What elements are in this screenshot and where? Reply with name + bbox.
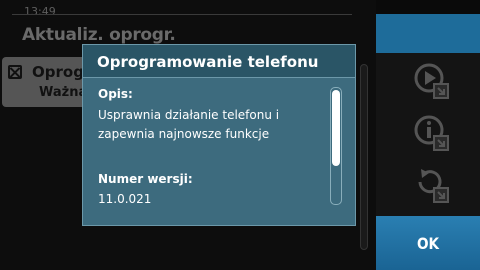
version-label: Numer wersji: — [98, 172, 193, 186]
version-value: 11.0.021 — [98, 192, 152, 206]
toolbar: OK — [376, 0, 480, 270]
description-label: Opis: — [98, 87, 133, 101]
description-line-2: zapewnia najnowsze funkcje — [98, 127, 270, 141]
scrollbar-thumb[interactable] — [332, 90, 340, 166]
background-scrollbar[interactable] — [360, 64, 368, 250]
play-info-icon[interactable] — [412, 62, 450, 100]
info-details-icon[interactable] — [412, 114, 450, 152]
list-item-name: Oprog — [32, 63, 84, 81]
ok-button-label: OK — [416, 233, 440, 253]
toolbar-top-strip — [376, 0, 480, 14]
description-line-1: Usprawnia działanie telefonu i — [98, 108, 280, 122]
status-time: 13:49 — [24, 5, 56, 18]
screen: 13:49 Aktualiz. oprogr. Oprog Ważna OK O… — [0, 0, 480, 270]
app-title: Aktualiz. oprogr. — [22, 25, 176, 45]
update-refresh-icon[interactable] — [412, 166, 450, 204]
list-item-subtitle: Ważna — [39, 85, 88, 100]
dialog-title: Oprogramowanie telefonu — [97, 53, 319, 71]
ok-button[interactable]: OK — [376, 216, 480, 270]
dialog-scrollbar[interactable] — [330, 87, 342, 205]
checkbox-unchecked-icon[interactable] — [8, 65, 22, 79]
dialog-header: Oprogramowanie telefonu — [83, 45, 355, 78]
divider — [12, 14, 352, 15]
details-dialog: Oprogramowanie telefonu Opis: Usprawnia … — [82, 44, 356, 226]
toolbar-top — [376, 0, 480, 53]
